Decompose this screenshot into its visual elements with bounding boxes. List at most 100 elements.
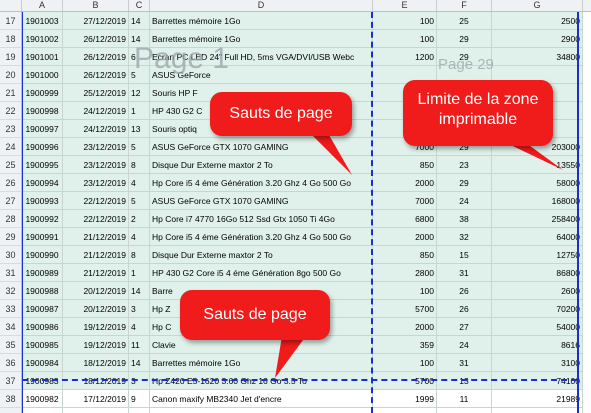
cell-description[interactable]: Barrettes mémoire 1Go bbox=[150, 354, 373, 372]
column-header-b[interactable]: B bbox=[63, 0, 129, 11]
cell-order-id[interactable]: 1900988 bbox=[22, 282, 63, 300]
cell-date[interactable]: 17/12/2019 bbox=[63, 408, 129, 413]
cell-unit-price[interactable]: 100 bbox=[373, 12, 437, 30]
cell-outside-print-area[interactable] bbox=[583, 282, 591, 300]
cell-outside-print-area[interactable] bbox=[583, 264, 591, 282]
cell-total[interactable]: 222300 bbox=[492, 408, 583, 413]
cell-date[interactable]: 18/12/2019 bbox=[63, 354, 129, 372]
cell-total[interactable]: 2500 bbox=[492, 12, 583, 30]
cell-total[interactable]: 21989 bbox=[492, 390, 583, 408]
cell-order-id[interactable]: 1900990 bbox=[22, 246, 63, 264]
cell-total[interactable]: 2900 bbox=[492, 30, 583, 48]
cell-date[interactable]: 19/12/2019 bbox=[63, 318, 129, 336]
cell-description[interactable]: ASUS GeForce GTX 1070 GAMING bbox=[150, 138, 373, 156]
cell-order-id[interactable]: 1900984 bbox=[22, 354, 63, 372]
cell-order-id[interactable]: 1900982 bbox=[22, 390, 63, 408]
row-header[interactable]: 38 bbox=[0, 390, 22, 408]
cell-unit-price[interactable]: 2000 bbox=[373, 318, 437, 336]
cell-unit-price[interactable]: 359 bbox=[373, 336, 437, 354]
cell-order-id[interactable]: 1900985 bbox=[22, 336, 63, 354]
cell-order-id[interactable]: 1900999 bbox=[22, 84, 63, 102]
cell-outside-print-area[interactable] bbox=[583, 390, 591, 408]
cell-unit-price[interactable]: 100 bbox=[373, 30, 437, 48]
cell-date[interactable]: 19/12/2019 bbox=[63, 336, 129, 354]
row-header[interactable]: 29 bbox=[0, 228, 22, 246]
cell-quantity[interactable]: 29 bbox=[437, 174, 492, 192]
cell-date[interactable]: 17/12/2019 bbox=[63, 390, 129, 408]
cell-description[interactable]: ASUS GeForce GTX 1070 GAMING bbox=[150, 192, 373, 210]
cell-outside-print-area[interactable] bbox=[583, 372, 591, 390]
cell-unit-price[interactable]: 2000 bbox=[373, 174, 437, 192]
cell-outside-print-area[interactable] bbox=[583, 318, 591, 336]
cell-order-id[interactable]: 1901002 bbox=[22, 30, 63, 48]
cell-description[interactable]: Ecran PC LED 24" Full HD, 5ms VGA/DVI/US… bbox=[150, 48, 373, 66]
cell-quantity[interactable]: 31 bbox=[437, 354, 492, 372]
cell-outside-print-area[interactable] bbox=[583, 120, 591, 138]
cell-unit-price[interactable]: 100 bbox=[373, 354, 437, 372]
cell-outside-print-area[interactable] bbox=[583, 228, 591, 246]
row-header[interactable]: 20 bbox=[0, 66, 22, 84]
cell-quantity[interactable]: 24 bbox=[437, 336, 492, 354]
cell-unit-price[interactable]: 7000 bbox=[373, 192, 437, 210]
cell-date[interactable]: 26/12/2019 bbox=[63, 30, 129, 48]
cell-total[interactable]: 74100 bbox=[492, 372, 583, 390]
cell-quantity[interactable]: 32 bbox=[437, 228, 492, 246]
cell-date[interactable]: 27/12/2019 bbox=[63, 12, 129, 30]
cell-product-code[interactable]: 6 bbox=[129, 48, 150, 66]
cell-date[interactable]: 26/12/2019 bbox=[63, 66, 129, 84]
cell-date[interactable]: 21/12/2019 bbox=[63, 246, 129, 264]
cell-product-code[interactable]: 5 bbox=[129, 138, 150, 156]
column-header-c[interactable]: C bbox=[129, 0, 150, 11]
cell-unit-price[interactable]: 1999 bbox=[373, 390, 437, 408]
cell-quantity[interactable]: 39 bbox=[437, 408, 492, 413]
cell-date[interactable]: 24/12/2019 bbox=[63, 120, 129, 138]
cell-total[interactable]: 8616 bbox=[492, 336, 583, 354]
cell-description[interactable]: Disque Dur Externe maxtor 2 To bbox=[150, 246, 373, 264]
cell-description[interactable]: Barrettes mémoire 1Go bbox=[150, 12, 373, 30]
cell-outside-print-area[interactable] bbox=[583, 408, 591, 413]
select-all-corner[interactable] bbox=[0, 0, 22, 11]
cell-date[interactable]: 21/12/2019 bbox=[63, 228, 129, 246]
cell-date[interactable]: 21/12/2019 bbox=[63, 264, 129, 282]
cell-date[interactable]: 22/12/2019 bbox=[63, 210, 129, 228]
cell-outside-print-area[interactable] bbox=[583, 66, 591, 84]
cell-order-id[interactable]: 1901003 bbox=[22, 12, 63, 30]
cell-order-id[interactable]: 1900997 bbox=[22, 120, 63, 138]
cell-quantity[interactable]: 25 bbox=[437, 12, 492, 30]
cell-order-id[interactable]: 1900993 bbox=[22, 192, 63, 210]
cell-date[interactable]: 23/12/2019 bbox=[63, 174, 129, 192]
cell-date[interactable]: 22/12/2019 bbox=[63, 192, 129, 210]
cell-order-id[interactable]: 1901001 bbox=[22, 48, 63, 66]
cell-outside-print-area[interactable] bbox=[583, 192, 591, 210]
cell-date[interactable]: 25/12/2019 bbox=[63, 84, 129, 102]
column-header-d[interactable]: D bbox=[150, 0, 373, 11]
cell-unit-price[interactable]: 6800 bbox=[373, 210, 437, 228]
cell-description[interactable]: Disque Dur Externe maxtor 2 To bbox=[150, 156, 373, 174]
cell-order-id[interactable]: 1900998 bbox=[22, 102, 63, 120]
cell-product-code[interactable]: 4 bbox=[129, 318, 150, 336]
cell-total[interactable]: 3100 bbox=[492, 354, 583, 372]
cell-product-code[interactable]: 4 bbox=[129, 174, 150, 192]
cell-product-code[interactable]: 3 bbox=[129, 300, 150, 318]
cell-product-code[interactable]: 8 bbox=[129, 156, 150, 174]
cell-unit-price[interactable]: 5700 bbox=[373, 372, 437, 390]
cell-total[interactable]: 58000 bbox=[492, 174, 583, 192]
row-header[interactable]: 30 bbox=[0, 246, 22, 264]
cell-date[interactable]: 18/12/2019 bbox=[63, 372, 129, 390]
cell-quantity[interactable]: 29 bbox=[437, 48, 492, 66]
cell-quantity[interactable]: 13 bbox=[437, 372, 492, 390]
cell-total[interactable]: 258400 bbox=[492, 210, 583, 228]
cell-product-code[interactable]: 11 bbox=[129, 336, 150, 354]
cell-description[interactable]: Canon maxify MB2340 Jet d'encre bbox=[150, 390, 373, 408]
cell-quantity[interactable]: 23 bbox=[437, 156, 492, 174]
cell-order-id[interactable]: 1900983 bbox=[22, 372, 63, 390]
cell-description[interactable]: ASUS GeForce bbox=[150, 66, 373, 84]
cell-outside-print-area[interactable] bbox=[583, 12, 591, 30]
cell-total[interactable]: 34800 bbox=[492, 48, 583, 66]
cell-unit-price[interactable]: 5700 bbox=[373, 408, 437, 413]
cell-total[interactable]: 64000 bbox=[492, 228, 583, 246]
cell-date[interactable]: 20/12/2019 bbox=[63, 300, 129, 318]
cell-description[interactable]: Hp Core i5 4 éme Génération 3.20 Ghz 4 G… bbox=[150, 228, 373, 246]
column-header-g[interactable]: G bbox=[492, 0, 583, 11]
cell-total[interactable]: 13550 bbox=[492, 156, 583, 174]
